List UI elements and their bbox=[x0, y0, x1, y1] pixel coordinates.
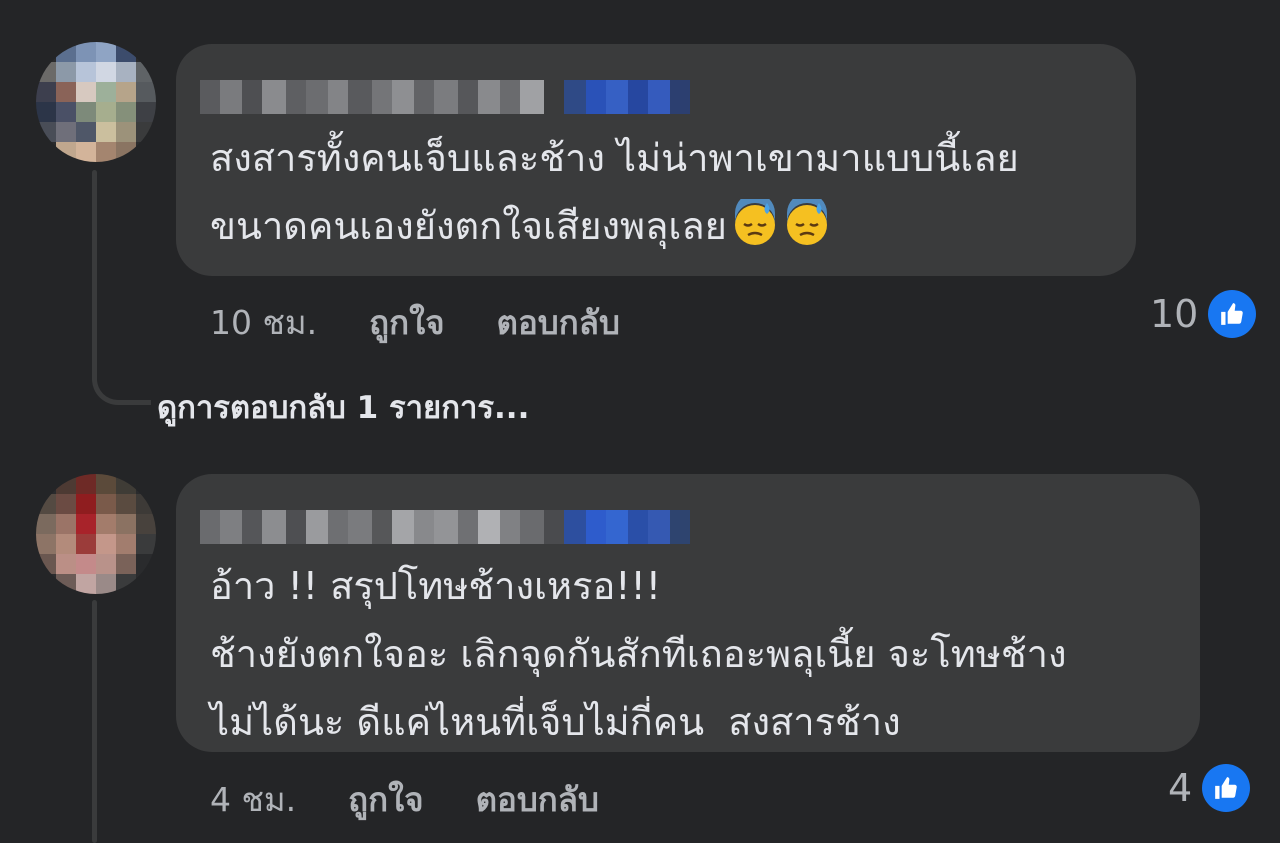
reaction-count: 10 bbox=[1150, 292, 1199, 336]
thread-connector-line bbox=[92, 600, 97, 843]
reply-button[interactable]: ตอบกลับ bbox=[497, 296, 620, 349]
reply-button[interactable]: ตอบกลับ bbox=[476, 773, 599, 826]
like-button[interactable]: ถูกใจ bbox=[369, 296, 444, 349]
comment-bubble: สงสารทั้งคนเจ็บและช้าง ไม่น่าพาเขามาแบบน… bbox=[176, 44, 1136, 276]
commenter-name-blurred[interactable] bbox=[200, 80, 690, 114]
comment-actions: 4 ชม. ถูกใจ ตอบกลับ bbox=[210, 773, 651, 826]
comment-timestamp[interactable]: 4 ชม. bbox=[210, 773, 296, 826]
reaction-summary[interactable]: 10 bbox=[1150, 290, 1257, 338]
comment-actions: 10 ชม. ถูกใจ ตอบกลับ bbox=[210, 296, 672, 349]
avatar[interactable] bbox=[36, 42, 156, 162]
thread-connector-line bbox=[92, 170, 97, 380]
downcast-face-with-sweat-icon bbox=[734, 199, 775, 245]
comment-text: อ้าว !! สรุปโทษช้างเหรอ!!! ช้างยังตกใจอะ… bbox=[210, 564, 1067, 744]
commenter-name-blurred[interactable] bbox=[200, 510, 690, 544]
downcast-face-with-sweat-icon bbox=[786, 199, 827, 245]
comments-thread: สงสารทั้งคนเจ็บและช้าง ไม่น่าพาเขามาแบบน… bbox=[0, 0, 1280, 843]
thread-connector-curve bbox=[92, 360, 151, 405]
thumbs-up-icon bbox=[1202, 764, 1251, 812]
like-button[interactable]: ถูกใจ bbox=[348, 773, 423, 826]
comment-bubble: อ้าว !! สรุปโทษช้างเหรอ!!! ช้างยังตกใจอะ… bbox=[176, 474, 1200, 752]
comment-timestamp[interactable]: 10 ชม. bbox=[210, 296, 317, 349]
thumbs-up-icon bbox=[1208, 290, 1257, 338]
reaction-summary[interactable]: 4 bbox=[1168, 764, 1251, 812]
reaction-count: 4 bbox=[1168, 766, 1193, 810]
view-replies-link[interactable]: ดูการตอบกลับ 1 รายการ... bbox=[157, 382, 529, 432]
comment-text: สงสารทั้งคนเจ็บและช้าง ไม่น่าพาเขามาแบบน… bbox=[210, 136, 1019, 248]
avatar[interactable] bbox=[36, 474, 156, 594]
